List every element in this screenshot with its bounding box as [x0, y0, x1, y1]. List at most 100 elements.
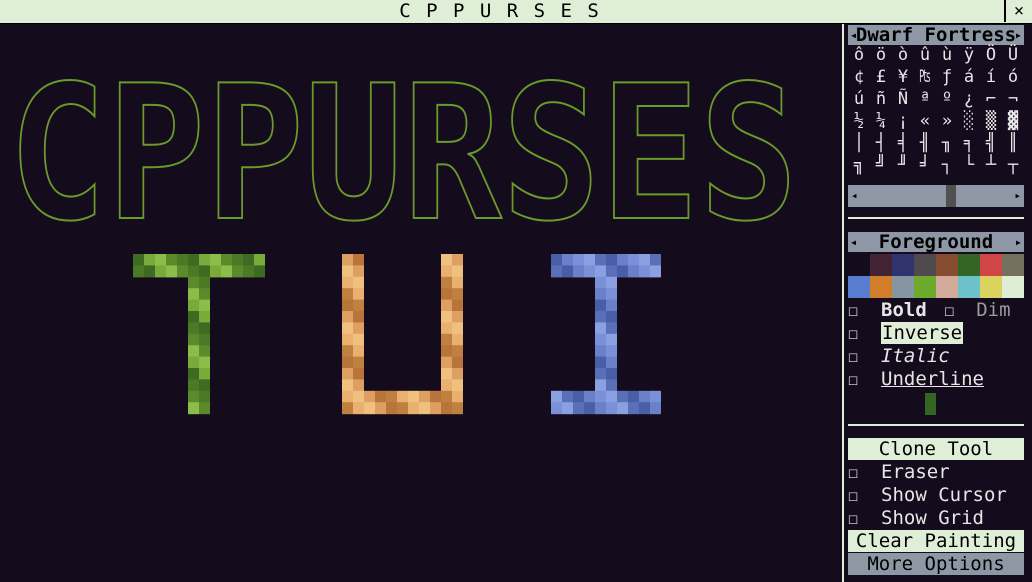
glyph-cell[interactable]: ª: [914, 88, 936, 110]
glyph-cell[interactable]: ╡: [892, 132, 914, 154]
glyph-cell[interactable]: ║: [1002, 132, 1024, 154]
glyph-cell[interactable]: │: [848, 132, 870, 154]
color-swatch[interactable]: [936, 276, 958, 298]
glyph-cell[interactable]: ó: [1002, 66, 1024, 88]
color-swatch[interactable]: [958, 254, 980, 276]
color-swatch[interactable]: [892, 254, 914, 276]
glyph-cell[interactable]: Ü: [1002, 44, 1024, 66]
color-swatch[interactable]: [1002, 254, 1024, 276]
glyph-cell[interactable]: ¿: [958, 88, 980, 110]
underline-label[interactable]: Underline: [870, 368, 984, 390]
glyph-cell[interactable]: «: [914, 110, 936, 132]
color-swatch[interactable]: [892, 276, 914, 298]
next-color-target-icon[interactable]: ▸: [1015, 232, 1022, 252]
glyph-cell[interactable]: ╝: [870, 154, 892, 176]
prev-glyph-set-icon[interactable]: ◂: [850, 25, 857, 45]
glyph-cell[interactable]: á: [958, 66, 980, 88]
pixel-block: [551, 390, 562, 403]
glyph-cell[interactable]: ╣: [980, 132, 1002, 154]
prev-color-target-icon[interactable]: ◂: [850, 232, 857, 252]
glyph-cell[interactable]: ¥: [892, 66, 914, 88]
pixel-block: [606, 379, 617, 392]
glyph-cell[interactable]: ╛: [914, 154, 936, 176]
pixel-block: [628, 402, 639, 415]
glyph-cell[interactable]: ┬: [1002, 154, 1024, 176]
scroll-right-icon[interactable]: ▸: [1014, 185, 1021, 207]
glyph-cell[interactable]: »: [936, 110, 958, 132]
clone-tool-button[interactable]: Clone Tool: [848, 438, 1024, 460]
glyph-cell[interactable]: ¼: [870, 110, 892, 132]
color-swatch[interactable]: [870, 276, 892, 298]
dim-label[interactable]: Dim: [966, 299, 1010, 321]
paint-canvas[interactable]: CPPURSES: [0, 24, 842, 580]
dim-checkbox[interactable]: ☐: [944, 300, 966, 323]
glyph-cell[interactable]: ₧: [914, 66, 936, 88]
glyph-cell[interactable]: ù: [936, 44, 958, 66]
glyph-cell[interactable]: £: [870, 66, 892, 88]
glyph-cell[interactable]: ô: [848, 44, 870, 66]
glyph-cell[interactable]: Ö: [980, 44, 1002, 66]
glyph-cell[interactable]: ñ: [870, 88, 892, 110]
color-swatch[interactable]: [870, 254, 892, 276]
glyph-cell[interactable]: ò: [892, 44, 914, 66]
color-swatch[interactable]: [914, 276, 936, 298]
glyph-cell[interactable]: ╜: [892, 154, 914, 176]
color-swatch[interactable]: [848, 254, 870, 276]
inverse-checkbox[interactable]: ☐: [848, 323, 870, 346]
glyph-cell[interactable]: ╢: [914, 132, 936, 154]
color-swatch[interactable]: [914, 254, 936, 276]
glyph-cell[interactable]: ö: [870, 44, 892, 66]
clear-painting-button[interactable]: Clear Painting: [848, 530, 1024, 552]
glyph-cell[interactable]: Ñ: [892, 88, 914, 110]
glyph-cell[interactable]: └: [958, 154, 980, 176]
pixel-block: [188, 288, 199, 301]
glyph-cell[interactable]: ┤: [870, 132, 892, 154]
glyph-cell[interactable]: ⌐: [980, 88, 1002, 110]
underline-checkbox[interactable]: ☐: [848, 369, 870, 392]
glyph-cell[interactable]: ╕: [958, 132, 980, 154]
glyph-cell[interactable]: º: [936, 88, 958, 110]
glyph-cell[interactable]: ¬: [1002, 88, 1024, 110]
glyph-cell[interactable]: ▓: [1002, 110, 1024, 132]
glyph-cell[interactable]: ½: [848, 110, 870, 132]
inverse-label[interactable]: Inverse: [881, 322, 964, 344]
glyph-cell[interactable]: ¡: [892, 110, 914, 132]
glyph-cell[interactable]: ú: [848, 88, 870, 110]
glyph-cell[interactable]: ╗: [848, 154, 870, 176]
glyph-cell[interactable]: ¢: [848, 66, 870, 88]
pixel-block: [353, 333, 364, 346]
bold-label[interactable]: Bold: [870, 299, 927, 321]
next-glyph-set-icon[interactable]: ▸: [1015, 25, 1022, 45]
color-swatch[interactable]: [1002, 276, 1024, 298]
more-options-button[interactable]: More Options: [848, 553, 1024, 575]
glyph-cell[interactable]: ÿ: [958, 44, 980, 66]
color-swatch[interactable]: [958, 276, 980, 298]
show-grid-label[interactable]: Show Grid: [870, 507, 984, 529]
show-cursor-checkbox[interactable]: ☐: [848, 485, 870, 508]
italic-checkbox[interactable]: ☐: [848, 346, 870, 369]
italic-label[interactable]: Italic: [870, 345, 950, 367]
scroll-left-icon[interactable]: ◂: [851, 185, 858, 207]
eraser-label[interactable]: Eraser: [870, 461, 950, 483]
eraser-checkbox[interactable]: ☐: [848, 462, 870, 485]
glyph-cell[interactable]: ┐: [936, 154, 958, 176]
glyph-cell[interactable]: ▒: [980, 110, 1002, 132]
glyph-cell[interactable]: ┴: [980, 154, 1002, 176]
show-grid-checkbox[interactable]: ☐: [848, 508, 870, 531]
show-cursor-label[interactable]: Show Cursor: [870, 484, 1007, 506]
close-icon[interactable]: ×: [1004, 0, 1032, 22]
color-swatch[interactable]: [936, 254, 958, 276]
glyph-cell[interactable]: û: [914, 44, 936, 66]
glyph-scrollbar[interactable]: ◂ ▸: [848, 185, 1024, 207]
color-swatch[interactable]: [980, 276, 1002, 298]
pixel-block: [188, 254, 199, 266]
glyph-cell[interactable]: ƒ: [936, 66, 958, 88]
scroll-thumb[interactable]: [946, 185, 956, 207]
glyph-cell[interactable]: í: [980, 66, 1002, 88]
glyph-cell[interactable]: ╖: [936, 132, 958, 154]
pixel-block: [617, 254, 628, 266]
bold-checkbox[interactable]: ☐: [848, 300, 870, 323]
color-swatch[interactable]: [980, 254, 1002, 276]
glyph-cell[interactable]: ░: [958, 110, 980, 132]
color-swatch[interactable]: [848, 276, 870, 298]
